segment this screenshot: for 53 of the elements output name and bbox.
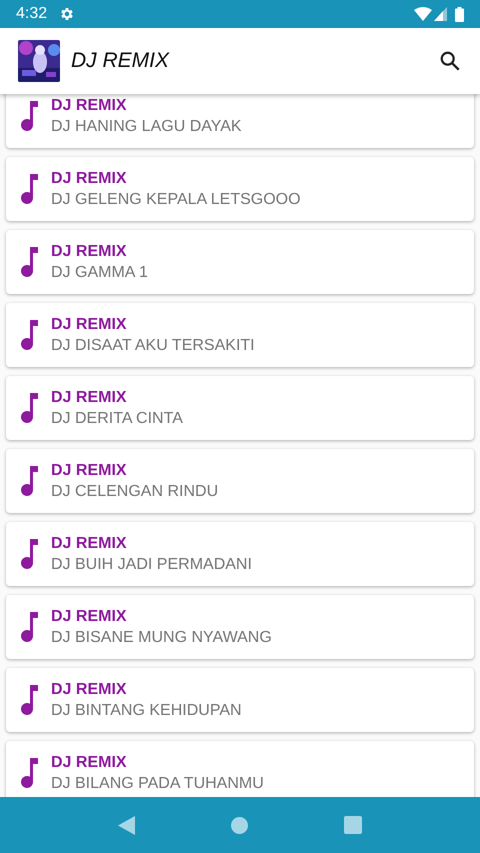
- song-title: DJ GELENG KEPALA LETSGOOO: [51, 190, 301, 208]
- back-icon: [118, 816, 135, 834]
- music-note-icon: [20, 174, 38, 204]
- song-category: DJ REMIX: [51, 608, 128, 626]
- music-note-icon: [20, 247, 38, 277]
- song-title: DJ BINTANG KEHIDUPAN: [51, 702, 242, 720]
- song-card[interactable]: DJ REMIX DJ GELENG KEPALA LETSGOOO: [6, 157, 474, 221]
- gear-icon: [59, 6, 76, 22]
- battery-icon: [455, 6, 464, 22]
- song-card[interactable]: DJ REMIX DJ BISANE MUNG NYAWANG: [6, 595, 474, 659]
- song-category: DJ REMIX: [51, 754, 128, 772]
- signal-icon: [434, 7, 447, 21]
- song-card[interactable]: DJ REMIX DJ HANING LAGU DAYAK: [6, 94, 474, 148]
- song-card[interactable]: DJ REMIX DJ GAMMA 1: [6, 230, 474, 294]
- song-title: DJ DISAAT AKU TERSAKITI: [51, 336, 255, 354]
- wifi-icon: [414, 7, 432, 21]
- song-card[interactable]: DJ REMIX DJ BILANG PADA TUHANMU: [6, 741, 474, 797]
- song-title: DJ BISANE MUNG NYAWANG: [51, 628, 272, 646]
- music-note-icon: [20, 466, 38, 496]
- search-button[interactable]: [438, 49, 462, 73]
- back-button[interactable]: [118, 816, 135, 834]
- song-card[interactable]: DJ REMIX DJ BUIH JADI PERMADANI: [6, 522, 474, 586]
- music-note-icon: [20, 685, 38, 715]
- song-title: DJ GAMMA 1: [51, 264, 148, 282]
- song-category: DJ REMIX: [51, 242, 128, 260]
- music-note-icon: [20, 539, 38, 569]
- music-note-icon: [20, 758, 38, 788]
- music-note-icon: [20, 612, 38, 642]
- recents-icon: [344, 816, 362, 834]
- home-button[interactable]: [231, 816, 248, 834]
- song-category: DJ REMIX: [51, 96, 128, 114]
- song-title: DJ HANING LAGU DAYAK: [51, 118, 242, 136]
- song-card[interactable]: DJ REMIX DJ DISAAT AKU TERSAKITI: [6, 303, 474, 367]
- song-category: DJ REMIX: [51, 680, 128, 698]
- status-time: 4:32: [16, 5, 48, 23]
- song-title: DJ BILANG PADA TUHANMU: [51, 774, 264, 792]
- song-title: DJ DERITA CINTA: [51, 410, 183, 428]
- music-note-icon: [20, 393, 38, 423]
- song-category: DJ REMIX: [51, 462, 128, 480]
- song-card[interactable]: DJ REMIX DJ CELENGAN RINDU: [6, 449, 474, 513]
- song-category: DJ REMIX: [51, 534, 128, 552]
- home-icon: [231, 816, 248, 834]
- app-title: DJ REMIX: [71, 49, 170, 73]
- music-note-icon: [20, 101, 38, 131]
- song-card[interactable]: DJ REMIX DJ DERITA CINTA: [6, 376, 474, 440]
- search-icon: [439, 50, 461, 72]
- music-note-icon: [20, 320, 38, 350]
- song-title: DJ BUIH JADI PERMADANI: [51, 556, 252, 574]
- song-card[interactable]: DJ REMIX DJ BINTANG KEHIDUPAN: [6, 668, 474, 732]
- song-category: DJ REMIX: [51, 170, 128, 188]
- song-category: DJ REMIX: [51, 388, 128, 406]
- song-category: DJ REMIX: [51, 316, 128, 334]
- song-title: DJ CELENGAN RINDU: [51, 482, 218, 500]
